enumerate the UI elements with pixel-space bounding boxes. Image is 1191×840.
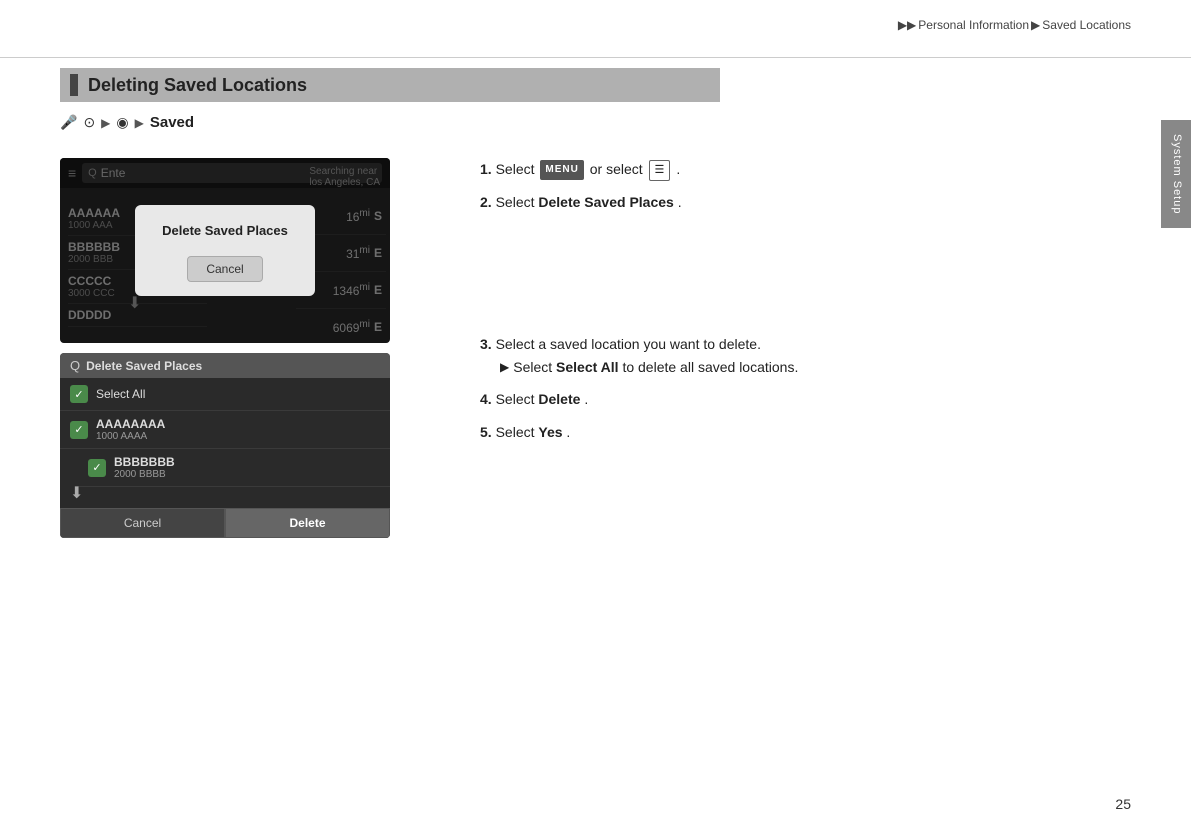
search-icon-2: Q [70, 358, 80, 373]
nav-path-saved: Saved [150, 114, 194, 131]
page-number: 25 [1115, 796, 1131, 812]
step-4-num: 4. [480, 391, 492, 407]
step-4-text: Select [496, 391, 539, 407]
screen-2-footer: Cancel Delete [60, 508, 390, 538]
scroll-indicator-2: ⬇ [70, 483, 83, 503]
breadcrumb-arrows: ▶▶ [898, 18, 916, 32]
step-5-bold: Yes [538, 424, 562, 440]
step-4-period: . [584, 391, 588, 407]
modal-title: Delete Saved Places [159, 223, 291, 238]
step-2-period: . [678, 194, 682, 210]
item-info: BBBBBBB 2000 BBBB [114, 455, 175, 480]
screen-2-header: Q Delete Saved Places [60, 353, 390, 378]
item-title: AAAAAAAA [96, 417, 165, 431]
step-3-bullet-text: Select Select All to delete all saved lo… [513, 356, 798, 378]
section-header-bar [70, 74, 78, 96]
check-icon: ✓ [88, 459, 106, 477]
menu-badge: MENU [540, 160, 583, 180]
delete-button[interactable]: Delete [225, 508, 390, 538]
screenshots-column: ≡ Q Ente Searching nearlos Angeles, CA A… [60, 158, 465, 538]
step-1-text-before: Select [496, 161, 539, 177]
home-icon: ⊙ [83, 114, 95, 131]
bullet-arrow: ▶ [500, 358, 509, 377]
select-all-label: Select All [96, 387, 145, 401]
section-title: Deleting Saved Locations [88, 75, 307, 96]
modal-box: Delete Saved Places Cancel [135, 205, 315, 296]
screen-2: Q Delete Saved Places ✓ Select All ✓ AAA… [60, 353, 390, 538]
item-info: AAAAAAAA 1000 AAAA [96, 417, 165, 442]
nav-arrow-2: ▶ [135, 116, 144, 130]
sidebar-tab-label: System Setup [1171, 134, 1183, 214]
step-5-period: . [566, 424, 570, 440]
step-5-num: 5. [480, 424, 492, 440]
breadcrumb-part2: Saved Locations [1042, 18, 1131, 32]
step-1-num: 1. [480, 161, 492, 177]
step-5-text: Select [496, 424, 539, 440]
step-2-bold: Delete Saved Places [538, 194, 673, 210]
step-1-text-middle: or select [590, 161, 647, 177]
screen-2-list-item[interactable]: ✓ BBBBBBB 2000 BBBB [78, 449, 390, 487]
item-sub: 2000 BBBB [114, 469, 175, 480]
step-1-period: . [676, 161, 680, 177]
section-header: Deleting Saved Locations [60, 68, 720, 102]
cancel-button[interactable]: Cancel [60, 508, 225, 538]
screen-2-list: ✓ Select All ✓ AAAAAAAA 1000 AAAA ⬇ ✓ [60, 378, 390, 487]
step-2-num: 2. [480, 194, 492, 210]
select-all-item[interactable]: ✓ Select All [60, 378, 390, 411]
instructions-column: 1. Select MENU or select ☰ . 2. Select D… [480, 158, 1091, 453]
instruction-step-5: 5. Select Yes . [480, 421, 1091, 443]
item-sub: 1000 AAAA [96, 431, 165, 442]
main-content: Deleting Saved Locations 🎤 ⊙ ▶ ◉ ▶ Saved… [60, 68, 1131, 780]
list-icon: ☰ [649, 160, 671, 182]
step-4-bold: Delete [538, 391, 580, 407]
instruction-step-3: 3. Select a saved location you want to d… [480, 333, 1091, 378]
item-title: BBBBBBB [114, 455, 175, 469]
step-3-text: Select a saved location you want to dele… [496, 336, 761, 352]
screen-2-title: Delete Saved Places [86, 359, 202, 373]
modal-overlay: Delete Saved Places Cancel [60, 158, 390, 343]
compass-icon: ◉ [116, 114, 128, 131]
instruction-step-2: 2. Select Delete Saved Places . [480, 191, 1091, 213]
breadcrumb-arrow1: ▶ [1031, 18, 1040, 32]
screen-1: ≡ Q Ente Searching nearlos Angeles, CA A… [60, 158, 390, 343]
instruction-step-4: 4. Select Delete . [480, 388, 1091, 410]
header-bar: ▶▶ Personal Information ▶ Saved Location… [0, 0, 1191, 58]
nav-arrow-1: ▶ [101, 116, 110, 130]
breadcrumb-part1: Personal Information [918, 18, 1029, 32]
modal-cancel-button[interactable]: Cancel [187, 256, 262, 282]
sidebar-tab: System Setup [1161, 120, 1191, 228]
step-3-num: 3. [480, 336, 492, 352]
instruction-step-1: 1. Select MENU or select ☰ . [480, 158, 1091, 181]
step-2-text: Select [496, 194, 539, 210]
step-3-bullet: ▶ Select Select All to delete all saved … [500, 356, 1091, 378]
check-icon: ✓ [70, 421, 88, 439]
nav-path: 🎤 ⊙ ▶ ◉ ▶ Saved [60, 114, 1131, 131]
check-icon-select-all: ✓ [70, 385, 88, 403]
mic-icon: 🎤 [60, 114, 77, 131]
breadcrumb: ▶▶ Personal Information ▶ Saved Location… [898, 18, 1131, 32]
screen-2-list-item[interactable]: ✓ AAAAAAAA 1000 AAAA [60, 411, 390, 449]
